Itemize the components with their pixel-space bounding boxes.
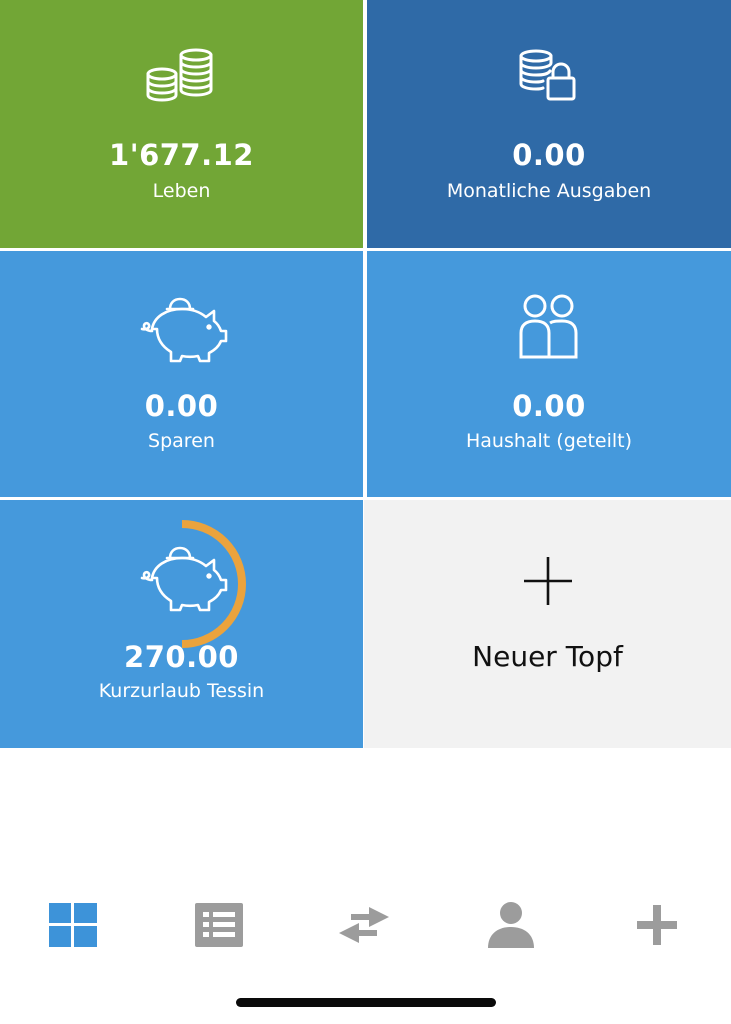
piggy-bank-icon [134, 540, 230, 618]
pot-tile-kurzurlaub-tessin[interactable]: 270.00 Kurzurlaub Tessin [0, 500, 363, 748]
pot-amount: 270.00 [124, 640, 239, 674]
tab-bar [0, 890, 731, 960]
piggy-bank-icon [134, 291, 230, 369]
coins-lock-icon [516, 48, 582, 106]
grid-icon [49, 903, 97, 947]
coins-icon [144, 48, 220, 108]
tab-profile[interactable] [476, 890, 546, 960]
pot-label: Sparen [148, 430, 215, 452]
tab-transactions[interactable] [184, 890, 254, 960]
transfer-arrows-icon [339, 907, 389, 943]
new-pot-label: Neuer Topf [472, 640, 623, 673]
pot-amount: 0.00 [512, 138, 586, 172]
pot-label: Haushalt (geteilt) [465, 430, 633, 452]
pot-tile-leben[interactable]: 1'677.12 Leben [0, 0, 363, 248]
tab-transfer[interactable] [329, 890, 399, 960]
plus-icon [637, 905, 677, 945]
new-pot-button[interactable]: Neuer Topf [364, 500, 731, 748]
people-icon [518, 293, 580, 365]
pot-label: Monatliche Ausgaben [446, 180, 652, 202]
pot-label: Kurzurlaub Tessin [98, 680, 265, 702]
list-icon [195, 903, 243, 947]
pot-tile-monatliche-ausgaben[interactable]: 0.00 Monatliche Ausgaben [367, 0, 731, 248]
tab-overview[interactable] [38, 890, 108, 960]
home-indicator [236, 998, 496, 1007]
tab-add[interactable] [622, 890, 692, 960]
pot-amount: 1'677.12 [109, 138, 254, 172]
pot-amount: 0.00 [512, 389, 586, 423]
pot-label: Leben [152, 180, 211, 202]
pot-amount: 0.00 [144, 389, 219, 423]
pot-tile-sparen[interactable]: 0.00 Sparen [0, 251, 363, 497]
pot-tile-haushalt[interactable]: 0.00 Haushalt (geteilt) [367, 251, 731, 497]
pots-grid: 1'677.12 Leben 0.00 Monatliche Ausgaben [0, 0, 731, 748]
plus-icon [520, 553, 576, 613]
person-icon [488, 902, 534, 948]
